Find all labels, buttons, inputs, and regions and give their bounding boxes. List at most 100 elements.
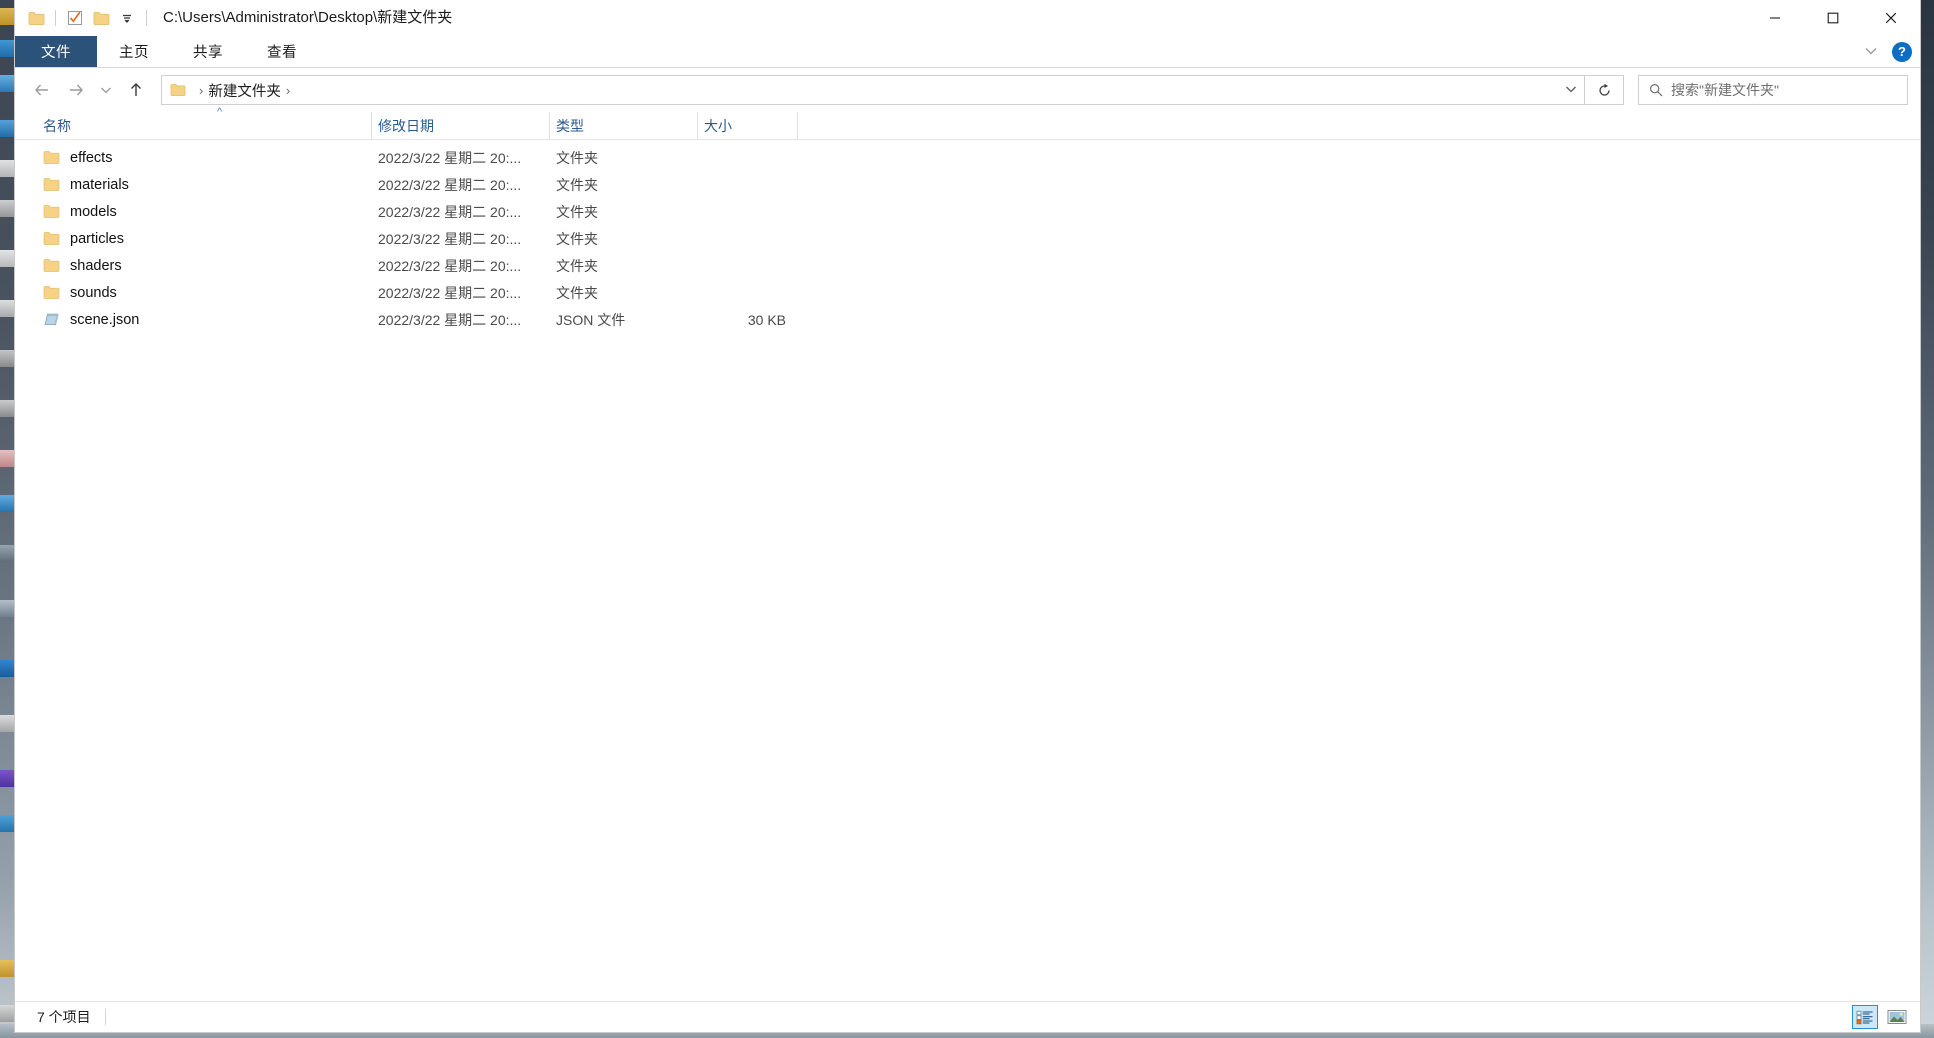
file-type-cell: 文件夹 bbox=[556, 203, 598, 220]
column-header-name[interactable]: 名称 ^ bbox=[37, 106, 372, 139]
file-name-label: sounds bbox=[70, 284, 117, 301]
column-header-size[interactable]: 大小 bbox=[698, 112, 798, 139]
breadcrumb-separator-1[interactable]: › bbox=[194, 83, 208, 98]
file-type-cell: 文件夹 bbox=[556, 284, 598, 301]
file-type-cell: JSON 文件 bbox=[556, 311, 626, 328]
tab-home[interactable]: 主页 bbox=[97, 36, 171, 67]
desktop-icon bbox=[0, 400, 15, 417]
file-name-cell[interactable]: scene.json bbox=[37, 312, 372, 328]
file-date-cell: 2022/3/22 星期二 20:... bbox=[378, 284, 522, 301]
search-icon bbox=[1649, 83, 1663, 97]
desktop-icon bbox=[0, 715, 15, 732]
file-type-cell: 文件夹 bbox=[556, 230, 598, 247]
up-button[interactable] bbox=[119, 75, 153, 105]
file-size-cell: 30 KB bbox=[747, 311, 786, 328]
tab-view[interactable]: 查看 bbox=[245, 36, 319, 67]
search-box[interactable]: 搜索"新建文件夹" bbox=[1638, 75, 1908, 105]
file-type-cell: 文件夹 bbox=[556, 257, 598, 274]
file-name-label: effects bbox=[70, 149, 113, 166]
desktop-icon bbox=[0, 770, 15, 787]
toolbar-divider bbox=[55, 10, 56, 26]
address-bar[interactable]: › 新建文件夹 › bbox=[161, 75, 1585, 105]
file-name-cell[interactable]: materials bbox=[37, 177, 372, 193]
file-row[interactable]: models 2022/3/22 星期二 20:... 文件夹 bbox=[15, 198, 1920, 225]
file-name-label: models bbox=[70, 203, 117, 220]
column-header-date[interactable]: 修改日期 bbox=[372, 112, 550, 139]
navigation-bar: › 新建文件夹 › 搜索"新建文件夹" bbox=[15, 68, 1920, 112]
file-name-cell[interactable]: sounds bbox=[37, 285, 372, 301]
desktop-icon-strip bbox=[0, 0, 15, 1038]
desktop-icon bbox=[0, 160, 15, 177]
help-button[interactable]: ? bbox=[1892, 41, 1912, 62]
file-row[interactable]: effects 2022/3/22 星期二 20:... 文件夹 bbox=[15, 144, 1920, 171]
breadcrumb-separator-2[interactable]: › bbox=[281, 83, 295, 98]
file-row[interactable]: sounds 2022/3/22 星期二 20:... 文件夹 bbox=[15, 279, 1920, 306]
file-date-cell: 2022/3/22 星期二 20:... bbox=[378, 230, 522, 247]
minimize-button[interactable] bbox=[1746, 0, 1804, 36]
desktop-icon bbox=[0, 200, 15, 217]
file-name-label: shaders bbox=[70, 257, 122, 274]
breadcrumb-folder-icon bbox=[170, 83, 186, 97]
file-date-cell: 2022/3/22 星期二 20:... bbox=[378, 149, 522, 166]
refresh-button[interactable] bbox=[1585, 75, 1624, 105]
file-row[interactable]: particles 2022/3/22 星期二 20:... 文件夹 bbox=[15, 225, 1920, 252]
ribbon-right-controls: ? bbox=[1864, 36, 1912, 67]
file-row[interactable]: materials 2022/3/22 星期二 20:... 文件夹 bbox=[15, 171, 1920, 198]
file-name-label: materials bbox=[70, 176, 129, 193]
file-name-cell[interactable]: models bbox=[37, 204, 372, 220]
toolbar-divider-2 bbox=[146, 10, 147, 26]
item-count-label: 7 个项目 bbox=[37, 1009, 91, 1025]
large-icons-view-button[interactable] bbox=[1884, 1005, 1910, 1029]
file-row[interactable]: shaders 2022/3/22 星期二 20:... 文件夹 bbox=[15, 252, 1920, 279]
sort-ascending-caret-icon: ^ bbox=[217, 106, 223, 118]
details-view-button[interactable] bbox=[1852, 1005, 1878, 1029]
file-name-cell[interactable]: effects bbox=[37, 150, 372, 166]
desktop-icon bbox=[0, 495, 15, 512]
column-header-type[interactable]: 类型 bbox=[550, 112, 698, 139]
column-header-name-label: 名称 bbox=[43, 117, 71, 134]
desktop-icon bbox=[0, 40, 15, 57]
view-mode-buttons bbox=[1852, 1005, 1910, 1029]
customize-qat-chevron-icon[interactable] bbox=[114, 5, 140, 31]
desktop-icon bbox=[0, 450, 15, 467]
tab-file[interactable]: 文件 bbox=[15, 36, 97, 67]
desktop-icon bbox=[0, 815, 15, 832]
search-input[interactable]: 搜索"新建文件夹" bbox=[1671, 80, 1779, 100]
file-name-label: scene.json bbox=[70, 311, 140, 328]
breadcrumb-current-folder[interactable]: 新建文件夹 bbox=[208, 80, 281, 101]
back-button[interactable] bbox=[25, 75, 59, 105]
new-folder-icon[interactable] bbox=[88, 5, 114, 31]
address-dropdown-chevron-icon[interactable] bbox=[1564, 81, 1578, 99]
file-name-label: particles bbox=[70, 230, 124, 247]
quick-access-toolbar bbox=[15, 0, 153, 36]
desktop-icon bbox=[0, 120, 15, 137]
folder-icon bbox=[43, 204, 60, 219]
file-date-cell: 2022/3/22 星期二 20:... bbox=[378, 311, 522, 328]
status-bar: 7 个项目 bbox=[15, 1001, 1920, 1032]
title-bar: C:\Users\Administrator\Desktop\新建文件夹 bbox=[15, 0, 1920, 36]
window-title-path: C:\Users\Administrator\Desktop\新建文件夹 bbox=[163, 9, 453, 26]
file-name-cell[interactable]: particles bbox=[37, 231, 372, 247]
desktop-icon bbox=[0, 545, 15, 562]
file-name-cell[interactable]: shaders bbox=[37, 258, 372, 274]
desktop-icon bbox=[0, 250, 15, 267]
file-explorer-window: C:\Users\Administrator\Desktop\新建文件夹 文件 … bbox=[15, 0, 1920, 1032]
forward-button[interactable] bbox=[59, 75, 93, 105]
folder-icon[interactable] bbox=[23, 5, 49, 31]
close-button[interactable] bbox=[1862, 0, 1920, 36]
recent-locations-chevron-icon[interactable] bbox=[93, 75, 119, 105]
file-type-cell: 文件夹 bbox=[556, 176, 598, 193]
tab-share[interactable]: 共享 bbox=[171, 36, 245, 67]
maximize-button[interactable] bbox=[1804, 0, 1862, 36]
file-date-cell: 2022/3/22 星期二 20:... bbox=[378, 176, 522, 193]
desktop-icon bbox=[0, 660, 15, 677]
desktop-icon bbox=[0, 1005, 15, 1022]
ribbon-collapse-chevron-icon[interactable] bbox=[1864, 43, 1878, 61]
folder-icon bbox=[43, 258, 60, 273]
file-row[interactable]: scene.json 2022/3/22 星期二 20:... JSON 文件 30 … bbox=[15, 306, 1920, 333]
file-date-cell: 2022/3/22 星期二 20:... bbox=[378, 257, 522, 274]
column-header-row: 名称 ^ 修改日期 类型 大小 bbox=[15, 106, 1920, 140]
file-list[interactable]: effects 2022/3/22 星期二 20:... 文件夹 materials 2… bbox=[15, 140, 1920, 1001]
properties-icon[interactable] bbox=[62, 5, 88, 31]
desktop-icon bbox=[0, 350, 15, 367]
